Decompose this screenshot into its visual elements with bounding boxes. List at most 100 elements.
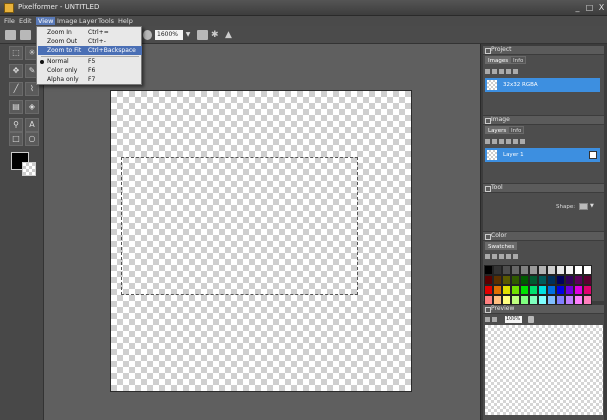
- layer-actions-icons[interactable]: [485, 138, 535, 145]
- color-swatch[interactable]: [502, 265, 511, 275]
- project-actions-icons[interactable]: [485, 68, 535, 75]
- eyedropper-tool-icon[interactable]: ⚲: [9, 118, 23, 132]
- layer-row[interactable]: Layer 1: [485, 148, 600, 162]
- tab-layers[interactable]: Layers: [485, 126, 510, 134]
- color-swatch[interactable]: [529, 275, 538, 285]
- color-swatch[interactable]: [529, 285, 538, 295]
- menu-image[interactable]: Image: [55, 17, 79, 25]
- new-file-icon[interactable]: [5, 30, 16, 40]
- image-canvas[interactable]: [110, 90, 412, 392]
- menu-help[interactable]: Help: [116, 17, 135, 25]
- shape-selector[interactable]: [579, 203, 588, 210]
- sun-icon[interactable]: ✱: [211, 30, 222, 40]
- preview-settings-icon[interactable]: [528, 316, 534, 323]
- swatch-actions-icons[interactable]: [485, 253, 535, 260]
- text-tool-icon[interactable]: A: [25, 118, 39, 132]
- color-swatch[interactable]: [538, 265, 547, 275]
- color-swatch[interactable]: [583, 275, 592, 285]
- color-swatch[interactable]: [574, 275, 583, 285]
- color-swatch[interactable]: [538, 295, 547, 305]
- menu-item-alpha-only[interactable]: Alpha only F7: [38, 75, 142, 84]
- layer-visibility-checkbox[interactable]: [589, 151, 597, 159]
- preview-zoom-field[interactable]: 100%: [505, 316, 522, 323]
- menu-item-zoom-out[interactable]: Zoom Out Ctrl+-: [38, 37, 142, 46]
- tab-info[interactable]: Info: [510, 56, 527, 64]
- menu-item-color-only[interactable]: Color only F6: [38, 66, 142, 75]
- background-color-swatch[interactable]: [22, 162, 36, 176]
- open-file-icon[interactable]: [20, 30, 31, 40]
- gradient-tool-icon[interactable]: ▤: [9, 100, 23, 114]
- color-swatch[interactable]: [556, 275, 565, 285]
- color-swatch[interactable]: [484, 285, 493, 295]
- color-swatch[interactable]: [574, 295, 583, 305]
- color-swatch[interactable]: [484, 295, 493, 305]
- selection-tool-icon[interactable]: ⬚: [9, 46, 23, 60]
- color-swatch[interactable]: [520, 265, 529, 275]
- ellipse-tool-icon[interactable]: ○: [25, 132, 39, 146]
- color-swatch[interactable]: [556, 295, 565, 305]
- project-panel-header[interactable]: Project: [483, 46, 604, 54]
- zoom-icon[interactable]: [143, 30, 152, 40]
- chevron-down-icon[interactable]: ▼: [590, 203, 594, 209]
- zoom-field[interactable]: 1600%: [155, 30, 183, 40]
- color-swatch[interactable]: [511, 285, 520, 295]
- menu-item-zoom-to-fit[interactable]: Zoom to Fit Ctrl+Backspace: [38, 46, 142, 55]
- menu-item-normal[interactable]: Normal F5: [38, 57, 142, 66]
- color-swatch[interactable]: [565, 275, 574, 285]
- color-swatch[interactable]: [511, 265, 520, 275]
- minimize-button[interactable]: _: [573, 3, 582, 12]
- color-swatch[interactable]: [484, 275, 493, 285]
- preview-panel-header[interactable]: Preview: [483, 305, 604, 313]
- move-tool-icon[interactable]: ✥: [9, 64, 23, 78]
- color-swatch[interactable]: [520, 295, 529, 305]
- color-swatch[interactable]: [502, 295, 511, 305]
- color-swatch[interactable]: [583, 265, 592, 275]
- color-swatch[interactable]: [565, 295, 574, 305]
- color-swatch[interactable]: [565, 265, 574, 275]
- color-swatch[interactable]: [493, 265, 502, 275]
- menu-edit[interactable]: Edit: [17, 17, 34, 25]
- image-panel-header[interactable]: Image: [483, 116, 604, 124]
- tool-panel-header[interactable]: Tool: [483, 184, 604, 192]
- color-swatch[interactable]: [547, 265, 556, 275]
- color-swatch[interactable]: [493, 285, 502, 295]
- color-swatch[interactable]: [520, 285, 529, 295]
- menu-file[interactable]: File: [2, 17, 17, 25]
- fill-tool-icon[interactable]: ◈: [25, 100, 39, 114]
- preview-zoom-icons[interactable]: [485, 316, 503, 323]
- color-swatch[interactable]: [493, 275, 502, 285]
- menu-tools[interactable]: Tools: [96, 17, 116, 25]
- color-swatch[interactable]: [502, 285, 511, 295]
- color-swatch[interactable]: [529, 265, 538, 275]
- color-swatch[interactable]: [565, 285, 574, 295]
- color-swatch[interactable]: [547, 295, 556, 305]
- color-swatch[interactable]: [574, 285, 583, 295]
- color-swatch[interactable]: [511, 275, 520, 285]
- color-panel-header[interactable]: Color: [483, 232, 604, 240]
- triangle-icon[interactable]: ▲: [225, 30, 236, 40]
- color-swatch[interactable]: [547, 285, 556, 295]
- color-swatch[interactable]: [583, 295, 592, 305]
- color-swatch[interactable]: [538, 275, 547, 285]
- menu-view[interactable]: View: [36, 17, 56, 25]
- color-swatch[interactable]: [556, 265, 565, 275]
- color-swatch[interactable]: [574, 265, 583, 275]
- color-swatch[interactable]: [538, 285, 547, 295]
- tab-info[interactable]: Info: [508, 126, 525, 134]
- zoom-dropdown-arrow[interactable]: ▼: [184, 30, 192, 40]
- tab-swatches[interactable]: Swatches: [485, 242, 518, 250]
- color-swatch[interactable]: [493, 295, 502, 305]
- tab-images[interactable]: Images: [485, 56, 512, 64]
- color-swatch[interactable]: [502, 275, 511, 285]
- line-tool-icon[interactable]: ╱: [9, 82, 23, 96]
- color-swatch[interactable]: [484, 265, 493, 275]
- maximize-button[interactable]: □: [585, 3, 594, 12]
- color-swatch[interactable]: [556, 285, 565, 295]
- grid-toggle-icon[interactable]: [197, 30, 208, 40]
- menu-item-zoom-in[interactable]: Zoom In Ctrl+=: [38, 28, 142, 37]
- color-swatch[interactable]: [520, 275, 529, 285]
- color-swatch[interactable]: [547, 275, 556, 285]
- color-swatch[interactable]: [511, 295, 520, 305]
- rectangle-tool-icon[interactable]: □: [9, 132, 23, 146]
- color-swatch[interactable]: [529, 295, 538, 305]
